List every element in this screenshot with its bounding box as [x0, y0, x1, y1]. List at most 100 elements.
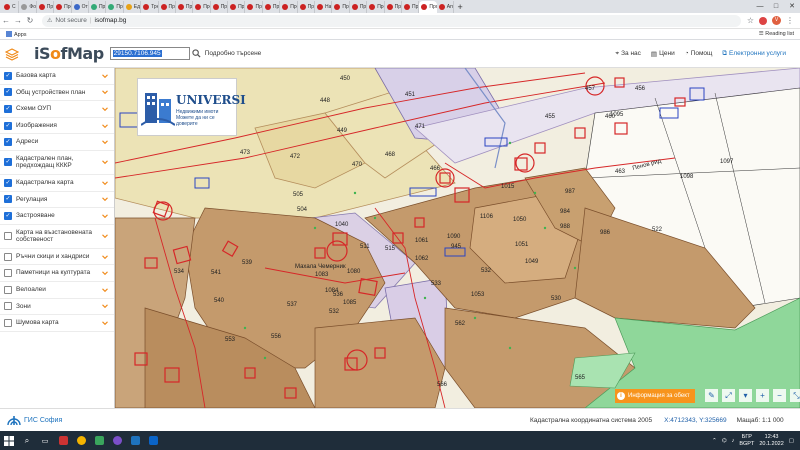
- measure-tool-icon[interactable]: ⤢: [722, 389, 735, 402]
- chevron-down-icon[interactable]: [102, 89, 108, 95]
- new-tab-button[interactable]: +: [454, 1, 466, 13]
- tray-chevron-icon[interactable]: ⌃: [712, 438, 717, 444]
- layer-item[interactable]: Паметници на културата: [0, 265, 114, 282]
- layer-item[interactable]: ✓ Базова карта: [0, 68, 114, 85]
- layer-item[interactable]: Велоалеи: [0, 282, 114, 299]
- apps-bookmark[interactable]: Apps: [6, 30, 27, 38]
- layer-item[interactable]: ✓ Регулация: [0, 192, 114, 209]
- network-icon[interactable]: ⌬: [722, 438, 727, 444]
- url-field[interactable]: ⚠ Not secure | isofmap.bg: [42, 14, 741, 27]
- forward-icon[interactable]: →: [12, 16, 24, 25]
- layer-item[interactable]: ✓ Застрояване: [0, 208, 114, 225]
- layer-checkbox[interactable]: [4, 252, 12, 261]
- layer-checkbox[interactable]: [4, 269, 12, 278]
- gis-sofia-logo[interactable]: ГИС София: [0, 414, 115, 426]
- chevron-down-icon[interactable]: [102, 159, 108, 165]
- layer-checkbox[interactable]: ✓: [4, 88, 12, 97]
- browser-tab[interactable]: Про: [385, 1, 402, 13]
- layer-checkbox[interactable]: ✓: [4, 104, 12, 113]
- layer-item[interactable]: Ръчни скици и хандриси: [0, 249, 114, 266]
- layer-checkbox[interactable]: ✓: [4, 158, 12, 167]
- browser-tab[interactable]: Про: [54, 1, 72, 13]
- browser-tab[interactable]: Трн: [141, 1, 159, 13]
- layers-toggle-button[interactable]: [0, 40, 24, 68]
- browser-tab[interactable]: Про: [106, 1, 124, 13]
- taskbar-app-icon[interactable]: [144, 431, 162, 450]
- zoom-out-icon[interactable]: −: [773, 389, 786, 402]
- browser-menu-icon[interactable]: ⋮: [786, 16, 794, 25]
- layer-checkbox[interactable]: ✓: [4, 195, 12, 204]
- isofmap-logo[interactable]: iS o fMap: [34, 44, 104, 63]
- layer-checkbox[interactable]: [4, 302, 12, 311]
- layer-checkbox[interactable]: ✓: [4, 178, 12, 187]
- browser-tab[interactable]: Фон: [19, 1, 37, 13]
- chevron-down-icon[interactable]: [102, 106, 108, 112]
- fullscreen-icon[interactable]: ⤡: [790, 389, 800, 402]
- chevron-down-icon[interactable]: [102, 196, 108, 202]
- browser-tab[interactable]: Про: [37, 1, 55, 13]
- back-icon[interactable]: ←: [0, 16, 12, 25]
- layer-checkbox[interactable]: [4, 318, 12, 327]
- layer-item[interactable]: Карта на възстановената собственост: [0, 225, 114, 249]
- advanced-search-link[interactable]: Подробно търсене: [205, 50, 262, 57]
- browser-tab[interactable]: Нач: [315, 1, 333, 13]
- chevron-down-icon[interactable]: [102, 123, 108, 129]
- browser-tab[interactable]: Про: [211, 1, 229, 13]
- layer-checkbox[interactable]: ✓: [4, 71, 12, 80]
- taskbar-app-icon[interactable]: [108, 431, 126, 450]
- browser-tab[interactable]: Про: [402, 1, 420, 13]
- maximize-button[interactable]: □: [768, 0, 784, 13]
- chevron-down-icon[interactable]: [102, 303, 108, 309]
- taskview-icon[interactable]: ▭: [36, 431, 54, 450]
- taskbar-search-icon[interactable]: ⌕: [18, 431, 36, 450]
- minimize-button[interactable]: —: [752, 0, 768, 13]
- search-input[interactable]: 29150.7106.945: [109, 47, 190, 60]
- browser-tab[interactable]: Про: [176, 1, 194, 13]
- layer-checkbox[interactable]: [4, 285, 12, 294]
- layer-item[interactable]: ✓ Кадастрален план, предхождащ КККР: [0, 151, 114, 175]
- layer-item[interactable]: ✓ Схеми ОУП: [0, 101, 114, 118]
- layer-item[interactable]: Шумова карта: [0, 315, 114, 332]
- browser-tab[interactable]: Про: [367, 1, 385, 13]
- browser-tab[interactable]: Про×: [419, 1, 437, 13]
- close-window-button[interactable]: ✕: [784, 0, 800, 13]
- chevron-down-icon[interactable]: [102, 254, 108, 260]
- start-button[interactable]: [0, 431, 18, 450]
- browser-tab[interactable]: Про: [193, 1, 211, 13]
- layer-item[interactable]: ✓ Изображения: [0, 118, 114, 135]
- zoom-in-icon[interactable]: +: [756, 389, 769, 402]
- e-services-link[interactable]: ⧉ Електронни услуги: [722, 50, 786, 58]
- layer-checkbox[interactable]: [4, 232, 12, 241]
- layer-checkbox[interactable]: ✓: [4, 138, 12, 147]
- browser-tab[interactable]: С: [2, 1, 20, 13]
- browser-tab[interactable]: Про: [298, 1, 316, 13]
- browser-tab[interactable]: Про: [280, 1, 298, 13]
- search-button[interactable]: [190, 47, 203, 60]
- draw-tool-icon[interactable]: ✎: [705, 389, 718, 402]
- browser-tab[interactable]: Апо: [437, 1, 455, 13]
- browser-tab[interactable]: Про: [350, 1, 368, 13]
- clock[interactable]: 12:43 20.1.2022: [759, 434, 783, 447]
- chevron-down-icon[interactable]: [102, 320, 108, 326]
- browser-tab[interactable]: Про: [245, 1, 263, 13]
- browser-tab[interactable]: Про: [332, 1, 350, 13]
- chevron-down-icon[interactable]: [102, 213, 108, 219]
- cadastral-map[interactable]: 450 448 449 473 472 470 468 466 471 455 …: [115, 68, 800, 408]
- extension-icon[interactable]: [759, 16, 767, 25]
- map-scale[interactable]: Мащаб: 1:1 000: [737, 417, 784, 424]
- chevron-down-icon[interactable]: [102, 180, 108, 186]
- chevron-down-icon[interactable]: [102, 270, 108, 276]
- browser-tab[interactable]: Едн: [124, 1, 142, 13]
- browser-tab[interactable]: Про: [263, 1, 281, 13]
- notification-icon[interactable]: ▢: [789, 438, 794, 444]
- chevron-down-icon[interactable]: [102, 73, 108, 79]
- layer-checkbox[interactable]: ✓: [4, 211, 12, 220]
- taskbar-app-icon[interactable]: [126, 431, 144, 450]
- chevron-down-icon[interactable]: [102, 233, 108, 239]
- layer-item[interactable]: ✓ Общ устройствен план: [0, 85, 114, 102]
- browser-tab[interactable]: От п: [72, 1, 89, 13]
- volume-icon[interactable]: ♪: [732, 438, 735, 444]
- browser-tab[interactable]: Про: [228, 1, 246, 13]
- chevron-down-icon[interactable]: [102, 287, 108, 293]
- about-link[interactable]: ⌖ За нас: [615, 50, 640, 58]
